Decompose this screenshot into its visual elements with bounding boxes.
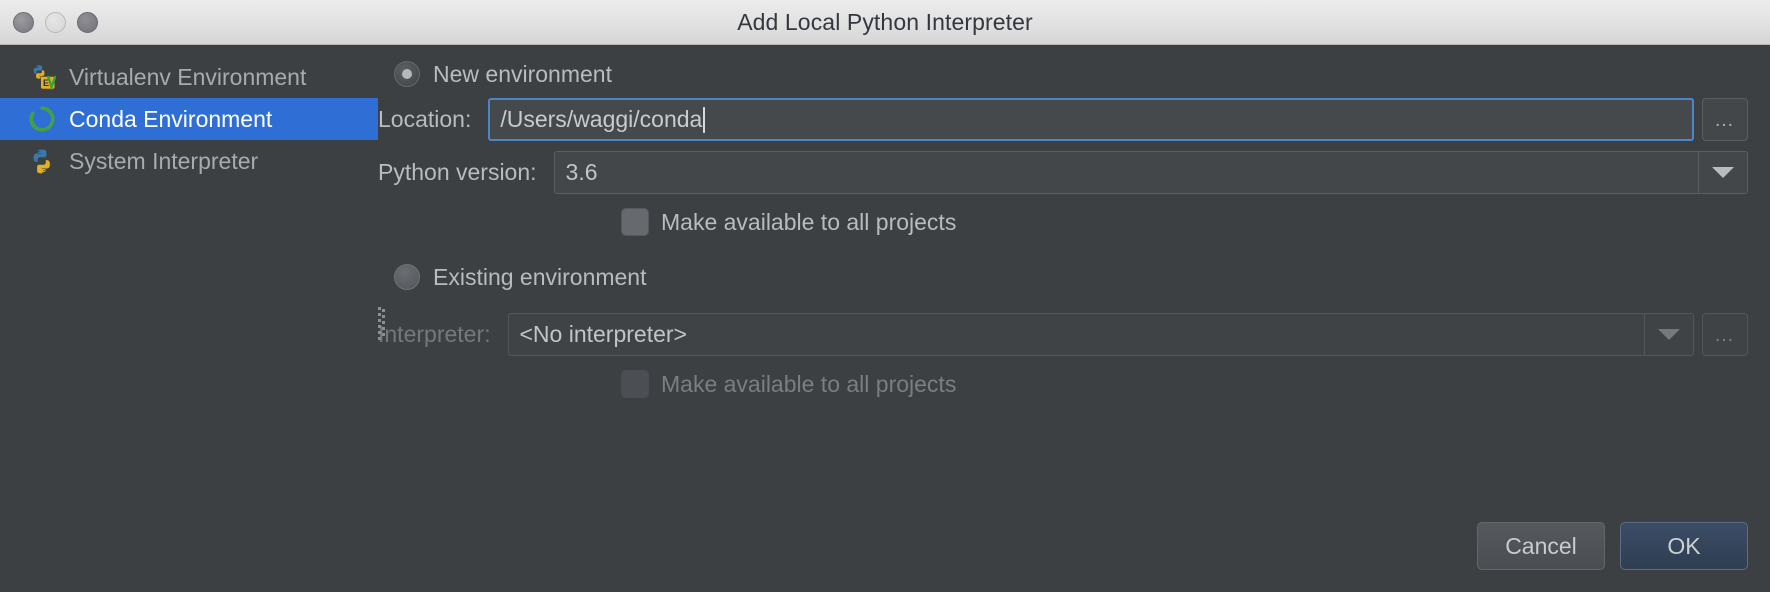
location-label: Location: bbox=[378, 106, 472, 132]
sidebar-item-conda-environment[interactable]: Conda Environment bbox=[0, 98, 378, 140]
location-input[interactable]: /Users/waggi/conda bbox=[488, 98, 1694, 141]
new-make-available-row[interactable]: Make available to all projects bbox=[621, 208, 1770, 236]
sidebar-item-label: Conda Environment bbox=[69, 105, 273, 132]
location-browse-button[interactable]: … bbox=[1702, 98, 1748, 141]
interpreter-browse-button[interactable]: … bbox=[1702, 313, 1748, 356]
environment-settings-panel: New environment Location: /Users/waggi/c… bbox=[378, 45, 1770, 592]
interpreter-select[interactable]: <No interpreter> bbox=[507, 313, 1694, 356]
existing-environment-radio-row[interactable]: Existing environment bbox=[394, 259, 1770, 295]
ok-button[interactable]: OK bbox=[1620, 522, 1748, 570]
location-input-value: /Users/waggi/conda bbox=[500, 106, 703, 132]
dialog-body: E Virtualenv Environment Conda Environme… bbox=[0, 45, 1770, 592]
existing-make-available-row[interactable]: Make available to all projects bbox=[621, 370, 1770, 398]
python-version-select[interactable]: 3.6 bbox=[553, 151, 1748, 194]
chevron-down-icon[interactable] bbox=[1644, 314, 1693, 355]
python-version-value: 3.6 bbox=[565, 159, 598, 185]
python-version-label: Python version: bbox=[378, 159, 537, 185]
new-environment-radio-row[interactable]: New environment bbox=[394, 56, 1770, 92]
new-make-available-checkbox[interactable] bbox=[621, 208, 649, 236]
interpreter-row: Interpreter: <No interpreter> … bbox=[378, 313, 1770, 356]
sidebar-item-label: System Interpreter bbox=[69, 147, 259, 174]
sidebar-item-system-interpreter[interactable]: System Interpreter bbox=[0, 140, 378, 182]
location-row: Location: /Users/waggi/conda … bbox=[378, 98, 1770, 141]
panel-splitter-handle[interactable] bbox=[378, 307, 386, 341]
window-controls bbox=[13, 0, 98, 44]
python-virtualenv-icon: E bbox=[27, 62, 57, 92]
minimize-button[interactable] bbox=[45, 11, 66, 33]
add-local-python-interpreter-dialog: Add Local Python Interpreter E Virtualen… bbox=[0, 0, 1770, 592]
new-environment-label: New environment bbox=[433, 60, 612, 87]
existing-environment-radio[interactable] bbox=[394, 264, 420, 290]
window-title: Add Local Python Interpreter bbox=[737, 8, 1033, 35]
existing-make-available-checkbox[interactable] bbox=[621, 370, 649, 398]
new-environment-radio[interactable] bbox=[394, 61, 420, 87]
maximize-button[interactable] bbox=[77, 11, 98, 33]
existing-environment-label: Existing environment bbox=[433, 263, 647, 290]
python-version-row: Python version: 3.6 bbox=[378, 151, 1770, 194]
environment-type-sidebar: E Virtualenv Environment Conda Environme… bbox=[0, 45, 378, 592]
sidebar-item-label: Virtualenv Environment bbox=[69, 63, 307, 90]
text-caret bbox=[703, 106, 706, 133]
close-button[interactable] bbox=[13, 11, 34, 33]
title-bar: Add Local Python Interpreter bbox=[0, 0, 1770, 45]
python-icon bbox=[27, 146, 57, 176]
chevron-down-icon[interactable] bbox=[1698, 152, 1747, 193]
conda-icon bbox=[27, 104, 57, 134]
interpreter-value: <No interpreter> bbox=[519, 321, 687, 347]
sidebar-item-virtualenv-environment[interactable]: E Virtualenv Environment bbox=[0, 56, 378, 98]
new-make-available-label: Make available to all projects bbox=[661, 208, 957, 235]
interpreter-label: Interpreter: bbox=[378, 321, 491, 347]
dialog-footer: Cancel OK bbox=[1477, 522, 1748, 570]
existing-make-available-label: Make available to all projects bbox=[661, 370, 957, 397]
cancel-button[interactable]: Cancel bbox=[1477, 522, 1605, 570]
